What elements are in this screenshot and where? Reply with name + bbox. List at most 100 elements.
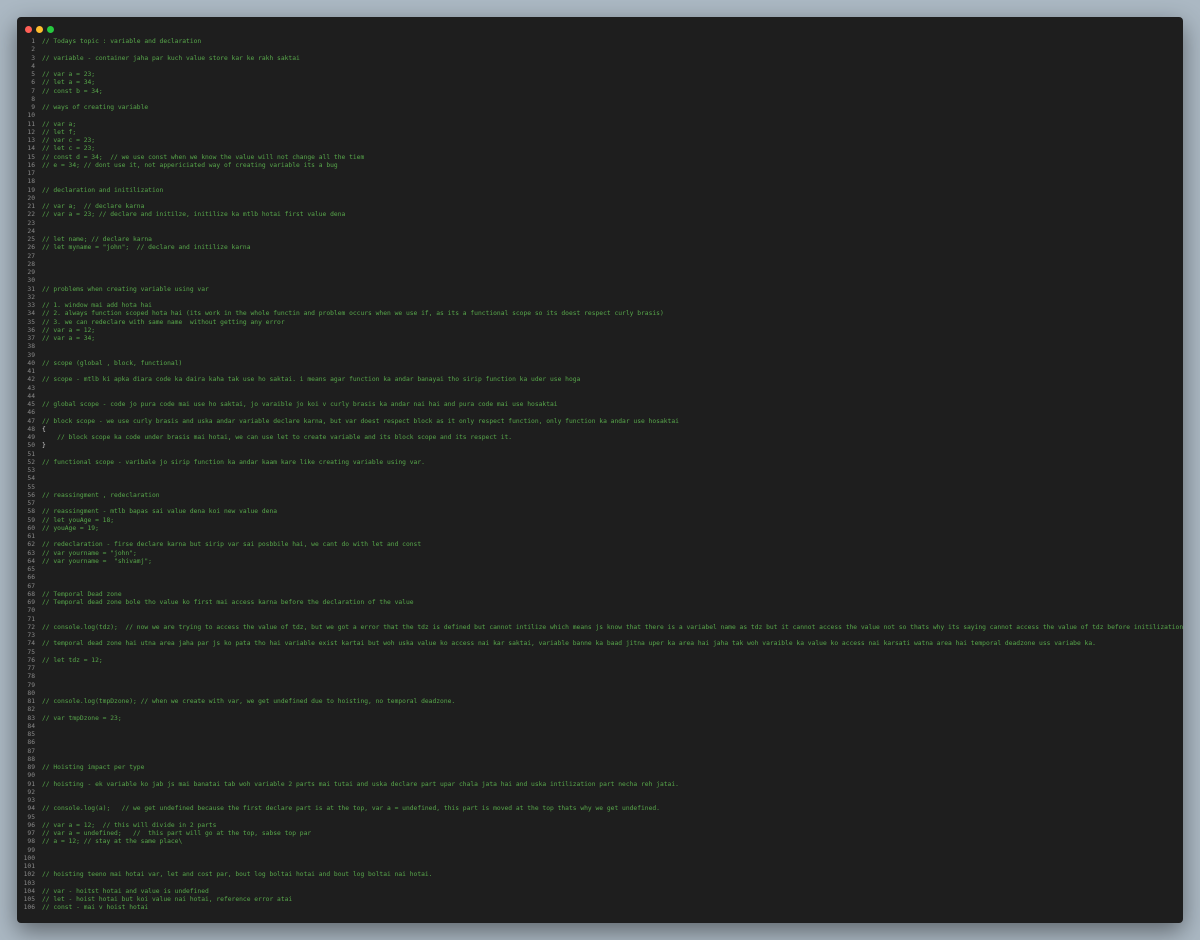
maximize-window-button[interactable] <box>47 26 54 33</box>
code-text: // variable - container jaha par kuch va… <box>42 54 300 62</box>
code-text: // let a = 34; <box>42 79 96 87</box>
line-number: 80 <box>27 689 35 697</box>
code-line: 104 // var - hoitst hotai and value is un… <box>17 888 1183 896</box>
close-window-button[interactable] <box>25 26 32 33</box>
line-number: 32 <box>27 293 35 301</box>
code-line: 11 // var a; <box>17 121 1183 129</box>
code-line: 69 // Temporal dead zone bole tho value k… <box>17 599 1183 607</box>
minimize-window-button[interactable] <box>36 26 43 33</box>
code-line: 36 // var a = 12; <box>17 327 1183 335</box>
code-text: // var a = 12; // this will divide in 2 … <box>42 821 217 829</box>
code-line: 2 <box>17 46 1183 54</box>
code-line: 4 <box>17 63 1183 71</box>
code-text: // Hoisting impact per type <box>42 764 145 771</box>
line-number: 68 <box>27 590 35 598</box>
code-line: 94 // console.log(a); // we get undefined… <box>17 805 1183 813</box>
line-number: 78 <box>27 673 35 681</box>
line-number: 1 <box>31 38 35 45</box>
line-number: 36 <box>27 326 35 334</box>
code-line: 16 // e = 34; // dont use it, not apperic… <box>17 162 1183 170</box>
code-line: 58 // reassingment - mtlb bapas sai value… <box>17 508 1183 516</box>
code-line: 50} <box>17 442 1183 450</box>
line-number: 24 <box>27 227 35 235</box>
line-number: 104 <box>23 887 35 895</box>
code-line: 53 <box>17 467 1183 475</box>
code-line: 52 // functional scope - varibale jo siri… <box>17 459 1183 467</box>
code-line: 23 <box>17 220 1183 228</box>
code-line: 61 <box>17 533 1183 541</box>
line-number: 2 <box>31 46 35 54</box>
code-text: // hoisting teeno mai hotai var, let and… <box>42 871 433 879</box>
line-number: 44 <box>27 392 35 400</box>
code-line: 97 // var a = undefined; // this part wil… <box>17 830 1183 838</box>
code-text: // e = 34; // dont use it, not appericia… <box>42 161 338 169</box>
code-line: 25 // let name; // declare karna <box>17 236 1183 244</box>
code-text: // const d = 34; // we use const when we… <box>42 153 365 161</box>
line-number: 45 <box>27 401 35 408</box>
code-text: { <box>42 425 46 433</box>
code-line: 34 // 2. always function scoped hota hai … <box>17 310 1183 318</box>
code-line: 6 // let a = 34; <box>17 79 1183 87</box>
line-number: 27 <box>27 252 35 260</box>
line-number: 14 <box>27 145 35 153</box>
code-line: 26 // let myname = "john"; // declare and… <box>17 244 1183 252</box>
line-number: 95 <box>27 813 35 821</box>
line-number: 5 <box>31 71 35 78</box>
line-number: 37 <box>27 335 35 342</box>
code-text: // Temporal dead zone bole tho value ko … <box>42 599 414 606</box>
line-number: 88 <box>27 755 35 763</box>
code-line: 30 <box>17 277 1183 285</box>
line-number: 105 <box>23 896 35 903</box>
code-line: 33 // 1. window mai add hota hai <box>17 302 1183 310</box>
code-line: 83 // var tmpDzone = 23; <box>17 715 1183 723</box>
code-line: 54 <box>17 475 1183 483</box>
line-number: 89 <box>27 764 35 771</box>
code-line: 45 // global scope - code jo pura code ma… <box>17 401 1183 409</box>
code-line: 43 <box>17 385 1183 393</box>
line-number: 73 <box>27 632 35 639</box>
code-text: // console.log(tmpDzone); // when we cre… <box>42 698 456 705</box>
code-line: 12 // let f; <box>17 129 1183 137</box>
code-line: 99 <box>17 847 1183 855</box>
code-line: 22 // var a = 23; // declare and initilze… <box>17 211 1183 219</box>
code-line: 32 <box>17 294 1183 302</box>
code-line: 66 <box>17 574 1183 582</box>
line-number: 60 <box>27 524 35 532</box>
code-line: 7 // const b = 34; <box>17 88 1183 96</box>
line-number: 94 <box>27 805 35 813</box>
code-line: 27 <box>17 253 1183 261</box>
code-text: // 1. window mai add hota hai <box>42 302 152 309</box>
line-number: 103 <box>23 879 35 887</box>
line-number: 99 <box>27 846 35 854</box>
code-line: 73 <box>17 632 1183 640</box>
code-editor[interactable]: 1 // Todays topic : variable and declarat… <box>17 38 1183 913</box>
line-number: 26 <box>27 244 35 252</box>
line-number: 96 <box>27 821 35 829</box>
code-line: 47 // block scope - we use curly brasis a… <box>17 418 1183 426</box>
code-line: 20 <box>17 195 1183 203</box>
line-number: 66 <box>27 574 35 582</box>
code-line: 46 <box>17 409 1183 417</box>
code-text: // const - mai v hoist hotai <box>42 904 149 912</box>
code-line: 35 // 3. we can redeclare with same name … <box>17 319 1183 327</box>
line-number: 91 <box>27 780 35 788</box>
